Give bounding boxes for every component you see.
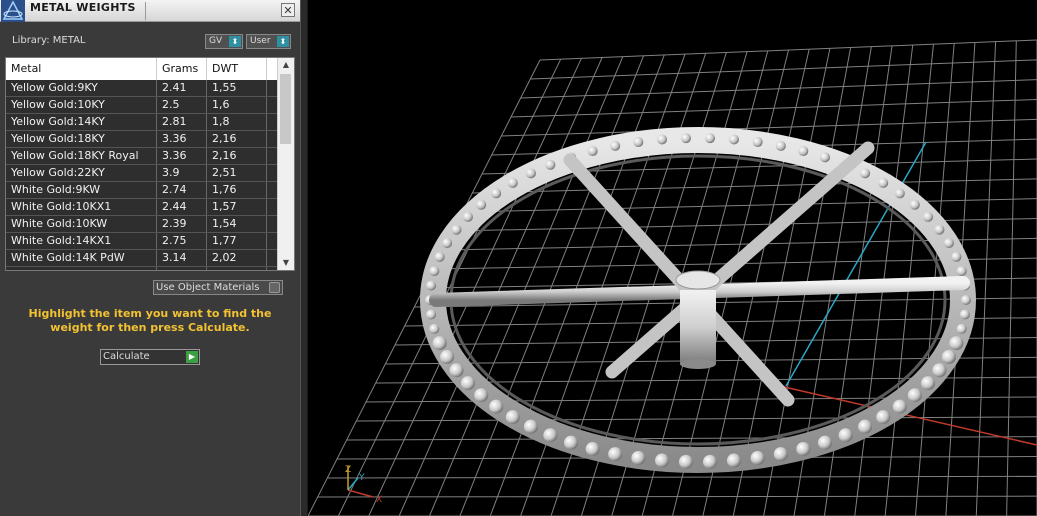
dropdown-arrow-icon: ⬍ [229,36,241,47]
grams-cell: 2.5 [157,97,207,113]
metal-cell: White Gold:14K PdW [6,250,157,266]
table-row[interactable]: Yellow Gold:18KY Royal 3.36 2,16 [6,148,278,165]
use-object-materials-checkbox[interactable]: Use Object Materials [153,280,283,295]
dwt-cell: 1,57 [207,199,267,215]
grams-cell: 3.36 [157,131,207,147]
metal-cell: White Gold:10KX1 [6,199,157,215]
calculate-label: Calculate [103,351,150,362]
table-row[interactable]: Yellow Gold:14KY 2.81 1,8 [6,114,278,131]
scrollbar-thumb[interactable] [280,74,291,144]
metal-weights-panel: METAL WEIGHTS ✕ Library: METAL GV ⬍ User… [0,0,300,516]
table-row[interactable]: White Gold:10KW 2.39 1,54 [6,216,278,233]
dwt-cell: 1,6 [207,97,267,113]
dwt-cell: 2,16 [207,148,267,164]
metal-table[interactable]: Metal Grams DWT Yellow Gold:9KY 2.41 1,55 Y… [5,57,295,271]
grams-cell: 3.9 [157,165,207,181]
grams-cell: 2.39 [157,216,207,232]
dwt-cell: 2,51 [207,165,267,181]
dwt-cell: 1,76 [207,182,267,198]
column-header-grams[interactable]: Grams [157,58,207,80]
dwt-cell: 1,8 [207,114,267,130]
table-scrollbar[interactable]: ▲ ▼ [277,58,294,270]
metal-cell: Yellow Gold:18KY [6,131,157,147]
axis-label-z: Z [345,465,351,475]
gv-selector[interactable]: GV ⬍ [205,34,243,49]
table-row[interactable]: White Gold:14KX1 2.75 1,77 [6,233,278,250]
axis-gizmo: X Y Z [345,465,382,505]
scroll-up-icon[interactable]: ▲ [278,58,294,72]
gv-selector-label: GV [209,36,223,46]
metal-cell: Yellow Gold:18KY Royal [6,148,157,164]
panel-titlebar[interactable]: METAL WEIGHTS ✕ [0,0,300,22]
grams-cell: 2.75 [157,233,207,249]
grams-cell: 2.81 [157,114,207,130]
metal-cell: Yellow Gold:9KY [6,80,157,96]
dwt-cell: 1,54 [207,216,267,232]
metal-cell: White Gold:10KW [6,216,157,232]
grams-cell: 3.14 [157,250,207,266]
table-row[interactable]: White Gold:9KW 2.74 1,76 [6,182,278,199]
table-row[interactable]: White Gold:10KX1 2.44 1,57 [6,199,278,216]
play-icon: ▶ [186,351,198,363]
dwt-cell: 1,57 [207,267,267,270]
library-label: Library: METAL [12,35,86,46]
metal-cell: Yellow Gold:22KY [6,165,157,181]
grams-cell: 2.44 [157,199,207,215]
center-post [680,290,716,364]
metal-cell: White Gold:14KX1 [6,233,157,249]
title-divider [145,2,146,20]
metal-cell: White Gold:9KW [6,182,157,198]
dwt-cell: 1,55 [207,80,267,96]
metal-cell: White Gold:14KW [6,267,157,270]
panel-title: METAL WEIGHTS [30,1,136,14]
3d-viewport[interactable]: X Y Z [308,0,1037,516]
calculate-button[interactable]: Calculate ▶ [100,349,200,365]
dwt-cell: 2,02 [207,250,267,266]
axis-label-y: Y [358,473,365,483]
instruction-text: Highlight the item you want to find the … [28,307,272,334]
dropdown-arrow-icon: ⬍ [277,36,289,47]
user-selector-label: User [250,36,271,46]
table-row[interactable]: Yellow Gold:22KY 3.9 2,51 [6,165,278,182]
viewport-canvas: X Y Z [308,39,1037,516]
panel-splitter[interactable] [300,0,308,516]
table-row[interactable]: Yellow Gold:9KY 2.41 1,55 [6,80,278,97]
use-object-materials-label: Use Object Materials [156,282,260,293]
table-header: Metal Grams DWT [6,58,278,81]
table-row[interactable]: Yellow Gold:18KY 3.36 2,16 [6,131,278,148]
close-button[interactable]: ✕ [281,3,295,17]
center-hub [675,270,721,290]
table-row[interactable]: Yellow Gold:10KY 2.5 1,6 [6,97,278,114]
user-selector[interactable]: User ⬍ [246,34,291,49]
center-post-base [680,359,716,369]
column-header-metal[interactable]: Metal [6,58,157,80]
table-row[interactable]: White Gold:14KW2.441,57 [6,267,278,270]
metal-cell: Yellow Gold:10KY [6,97,157,113]
grams-cell: 2.44 [157,267,207,270]
grams-cell: 2.41 [157,80,207,96]
dwt-cell: 1,77 [207,233,267,249]
scroll-down-icon[interactable]: ▼ [278,256,294,270]
checkbox-icon [269,282,280,293]
axis-label-x: X [376,495,382,505]
table-row[interactable]: White Gold:14K PdW 3.14 2,02 [6,250,278,267]
grams-cell: 2.74 [157,182,207,198]
column-header-dwt[interactable]: DWT [207,58,267,80]
close-icon: ✕ [283,4,293,17]
app-logo-icon [1,0,25,22]
grams-cell: 3.36 [157,148,207,164]
metal-cell: Yellow Gold:14KY [6,114,157,130]
dwt-cell: 2,16 [207,131,267,147]
